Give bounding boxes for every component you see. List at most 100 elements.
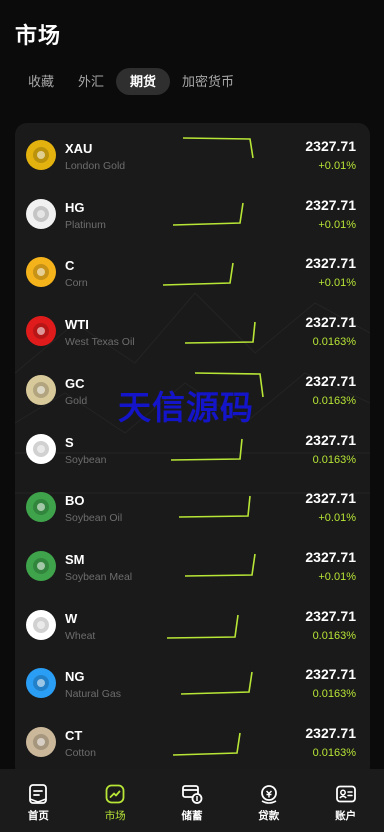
tab-favorites[interactable]: 收藏 [15,68,66,95]
sparkline-chart [182,137,254,159]
sparkline-path [172,732,241,756]
market-name: Platinum [65,218,106,231]
nav-savings-label: 储蓄 [181,810,203,822]
nav-home-label: 首页 [27,810,49,822]
sparkline-path [184,553,256,577]
savings-icon [182,785,203,804]
corn-icon [26,257,56,288]
nav-home[interactable]: 首页 [0,769,77,832]
watermark-text: 天信源码 [118,388,254,427]
cotton-icon [26,727,56,757]
account-card-icon [335,785,356,803]
market-name: Corn [65,277,88,290]
market-price: 2327.71 [305,196,356,213]
market-change: +0.01% [318,570,356,583]
sparkline-chart [184,322,256,344]
market-symbol: XAU [65,141,93,156]
sparkline-chart [162,263,234,287]
market-symbol: HG [65,199,85,215]
market-name: Soybean Oil [65,512,123,525]
market-change: +0.01% [318,160,356,172]
soybean-meal-icon [26,550,56,581]
nav-account[interactable]: 账户 [307,769,384,832]
market-name: Wheat [65,629,96,642]
page-title: 市场 [15,23,62,48]
market-name: London Gold [65,160,126,172]
market-change: 0.0163% [312,336,356,349]
sparkline-chart [172,732,241,756]
nav-market[interactable]: 市场 [77,769,154,832]
platinum-icon [26,198,56,229]
market-name: Soybean Meal [65,570,133,583]
market-change: 0.0163% [312,688,356,701]
sparkline-path [166,614,239,639]
nav-savings[interactable]: 储蓄 [154,769,231,832]
loan-icon [260,785,277,804]
sparkline-chart [184,553,256,577]
category-tabs: 收藏 外汇 期货 加密货币 [15,68,246,95]
market-row[interactable]: WTI West Texas Oil 2327.71 0.0163% [15,302,370,361]
market-row[interactable]: CT Cotton 2327.71 0.0163% [15,713,370,772]
gold-coin-icon [26,374,56,405]
market-price: 2327.71 [305,431,356,448]
sparkline-path [184,322,256,344]
home-doc-icon [29,784,48,804]
tab-futures[interactable]: 期货 [116,68,171,95]
market-row[interactable]: C Corn 2327.71 +0.01% [15,243,370,302]
market-row[interactable]: NG Natural Gas 2327.71 0.0163% [15,654,370,713]
market-price: 2327.71 [305,314,356,331]
sparkline-chart [178,496,251,518]
sparkline-path [162,263,234,287]
market-change: 0.0163% [312,747,356,759]
market-chart-icon [105,784,125,804]
market-symbol: GC [65,375,85,391]
market-list: XAU London Gold 2327.71 +0.01% HG Platinum 232… [15,123,370,778]
wheat-icon [26,609,56,640]
soybean-oil-icon [26,492,56,523]
market-name: West Texas Oil [65,336,135,349]
market-symbol: W [65,610,78,626]
oil-drop-icon [26,316,56,347]
market-change: +0.01% [318,218,356,231]
market-row[interactable]: XAU London Gold 2327.71 +0.01% [15,126,370,185]
market-name: Gold [65,394,88,407]
market-symbol: SM [65,551,85,567]
market-row[interactable]: HG Platinum 2327.71 +0.01% [15,185,370,244]
sparkline-path [170,438,243,461]
market-name: Cotton [65,747,96,759]
market-name: Natural Gas [65,688,122,701]
sparkline-chart [166,614,239,639]
sparkline-path [172,202,244,226]
market-symbol: CT [65,728,83,743]
market-row[interactable]: SM Soybean Meal 2327.71 +0.01% [15,537,370,596]
bottom-navigation: 首页 市场 储蓄 贷款 账户 [0,769,384,832]
market-symbol: WTI [65,317,89,333]
market-price: 2327.71 [305,607,356,624]
market-price: 2327.71 [305,138,356,154]
sparkline-chart [172,202,244,226]
tab-crypto[interactable]: 加密货币 [170,68,246,95]
gas-flame-icon [26,668,56,699]
sparkline-chart [170,438,243,461]
nav-account-label: 账户 [335,810,357,822]
market-change: +0.01% [318,277,356,290]
gold-bar-icon [26,140,56,170]
market-symbol: NG [65,669,85,685]
market-row[interactable]: BO Soybean Oil 2327.71 +0.01% [15,478,370,537]
tab-forex[interactable]: 外汇 [66,68,116,95]
market-price: 2327.71 [305,548,356,565]
sparkline-path [180,672,253,696]
sparkline-path [178,496,251,518]
market-change: 0.0163% [312,394,356,407]
nav-loan[interactable]: 贷款 [230,769,307,832]
market-symbol: C [65,258,75,274]
market-price: 2327.71 [305,490,356,507]
market-price: 2327.71 [305,725,356,741]
nav-market-label: 市场 [104,810,126,822]
market-price: 2327.71 [305,666,356,683]
market-symbol: BO [65,493,85,509]
market-price: 2327.71 [305,255,356,272]
market-row[interactable]: W Wheat 2327.71 0.0163% [15,596,370,655]
market-change: +0.01% [318,512,356,525]
soybean-icon [26,433,56,464]
